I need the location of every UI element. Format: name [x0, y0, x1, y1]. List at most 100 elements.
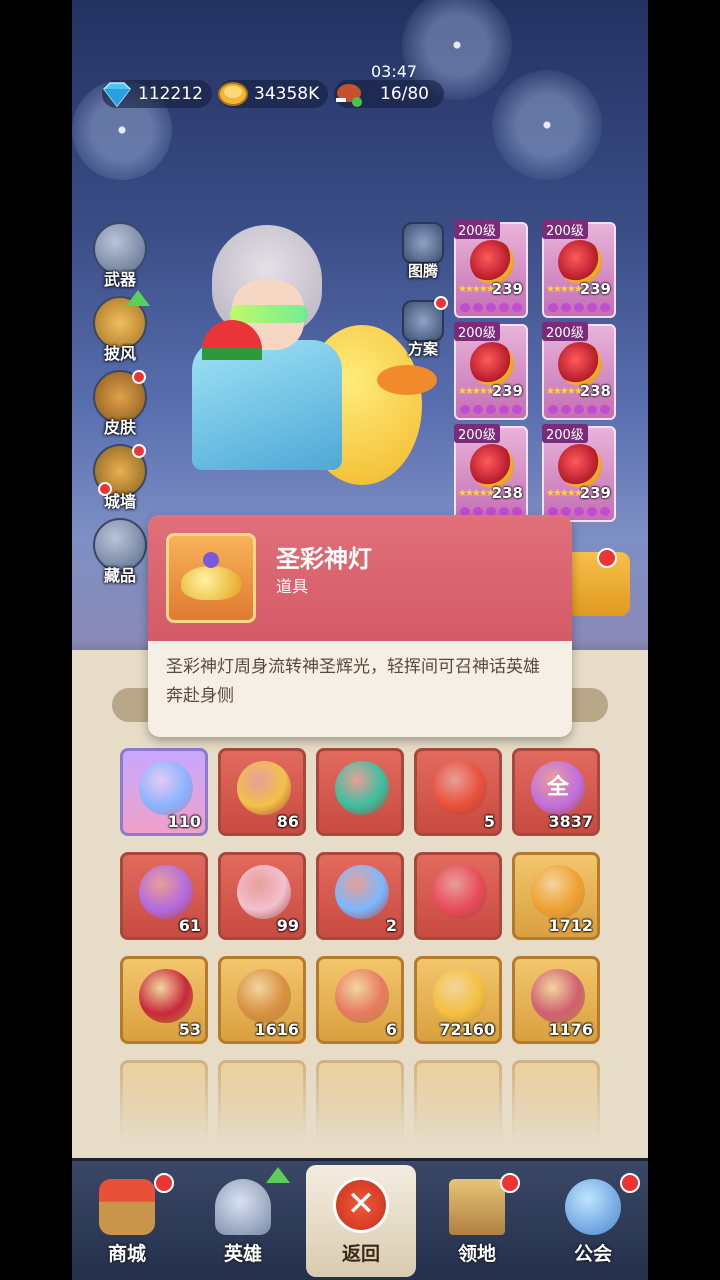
inventory-item[interactable]: 72160	[414, 956, 502, 1044]
star-rating-icon: ★★★★★	[458, 386, 495, 397]
equipment-slot[interactable]: 200级 ★★★★★ 239	[542, 220, 616, 318]
slot-count: 239	[579, 484, 611, 502]
inventory-item[interactable]: 61	[120, 852, 208, 940]
inventory-item[interactable]: 6	[316, 956, 404, 1044]
menu-label: 方案	[407, 340, 438, 358]
notification-dot	[154, 1173, 174, 1193]
star-rating-icon: ★★★★★	[458, 488, 495, 499]
game-screen: 112212 34358K 03:47 16/80 武器 披风 皮肤 城墙 藏品…	[72, 0, 648, 1280]
item-icon	[531, 969, 585, 1023]
inventory-item[interactable]: 2	[316, 852, 404, 940]
nav-guild[interactable]: 公会	[538, 1173, 648, 1273]
menu-label: 披风	[103, 344, 136, 363]
menu-label: 图腾	[407, 262, 438, 280]
item-icon	[531, 865, 585, 919]
lamp-body-art	[181, 566, 241, 600]
star-rating-icon: ★★★★★	[458, 284, 495, 295]
inventory-item[interactable]: 110	[120, 748, 208, 836]
inventory-item[interactable]: 1712	[512, 852, 600, 940]
bottom-nav: 商城 英雄 ✕ 返回 领地 公会	[72, 1158, 648, 1280]
menu-skin[interactable]: 皮肤	[90, 370, 150, 440]
star-rating-icon: ★★★★★	[546, 488, 583, 499]
item-icon	[237, 865, 291, 919]
inventory-item[interactable]: 5	[414, 748, 502, 836]
hero-character-art[interactable]	[132, 225, 437, 515]
inventory-item[interactable]: 53	[120, 956, 208, 1044]
stamina-counter[interactable]: 16/80	[334, 80, 444, 108]
notification-dot	[132, 444, 146, 458]
gem-sockets	[548, 405, 610, 415]
close-icon: ✕	[333, 1177, 389, 1233]
slot-level: 200级	[454, 424, 500, 443]
equipment-icon	[470, 240, 514, 284]
notification-dot	[132, 370, 146, 384]
inventory-item[interactable]: 1616	[218, 956, 306, 1044]
slot-count: 239	[491, 382, 523, 400]
equipment-slot[interactable]: 200级 ★★★★★ 238	[454, 424, 528, 522]
gold-counter[interactable]: 34358K	[218, 80, 328, 108]
item-count: 72160	[439, 1020, 495, 1039]
nav-back[interactable]: ✕ 返回	[306, 1165, 416, 1277]
inventory-item[interactable]: 99	[218, 852, 306, 940]
gold-coin-icon	[218, 82, 248, 106]
inventory-item[interactable]: 全 3837	[512, 748, 600, 836]
hero-helmet-icon	[215, 1179, 271, 1235]
notification-dot	[434, 296, 448, 310]
item-icon	[139, 761, 193, 815]
slot-level: 200级	[542, 322, 588, 341]
scroll-fade-overlay	[72, 1060, 648, 1160]
slot-level: 200级	[542, 424, 588, 443]
menu-label: 藏品	[103, 566, 136, 585]
inventory-item[interactable]	[414, 852, 502, 940]
stamina-timer: 03:47	[371, 62, 418, 81]
nav-hero[interactable]: 英雄	[188, 1167, 298, 1273]
slot-count: 239	[579, 280, 611, 298]
menu-label: 皮肤	[103, 418, 136, 437]
item-icon	[237, 969, 291, 1023]
diamond-counter[interactable]: 112212	[102, 80, 212, 108]
equipment-slot[interactable]: 200级 ★★★★★ 239	[542, 424, 616, 522]
slot-level: 200级	[542, 220, 588, 239]
menu-collection[interactable]: 藏品	[90, 518, 150, 588]
nav-label: 公会	[573, 1243, 612, 1265]
notification-dot	[98, 482, 112, 496]
sunglasses-art	[230, 305, 308, 323]
menu-wall[interactable]: 城墙	[90, 444, 150, 514]
item-count: 3837	[548, 812, 593, 831]
item-icon	[335, 865, 389, 919]
nav-territory[interactable]: 领地	[422, 1173, 532, 1273]
menu-scheme[interactable]: 方案	[398, 296, 448, 370]
inventory-item[interactable]	[316, 748, 404, 836]
nav-label: 英雄	[223, 1243, 262, 1265]
equipment-slot[interactable]: 200级 ★★★★★ 239	[454, 220, 528, 318]
equipment-slot[interactable]: 200级 ★★★★★ 238	[542, 322, 616, 420]
item-count: 53	[178, 1020, 201, 1039]
notification-dot	[620, 1173, 640, 1193]
tooltip-type: 道具	[276, 577, 309, 596]
lamp-gem-art	[203, 552, 219, 568]
gem-sockets	[460, 303, 522, 313]
nav-label: 返回	[341, 1243, 380, 1265]
equipment-icon	[470, 444, 514, 488]
menu-totem[interactable]: 图腾	[398, 222, 448, 292]
notification-dot	[500, 1173, 520, 1193]
inventory-item[interactable]: 86	[218, 748, 306, 836]
equipment-slot[interactable]: 200级 ★★★★★ 239	[454, 322, 528, 420]
item-icon	[433, 969, 487, 1023]
slot-count: 239	[491, 280, 523, 298]
item-icon	[335, 969, 389, 1023]
menu-weapon[interactable]: 武器	[90, 222, 150, 292]
item-count: 5	[483, 812, 495, 831]
slot-level: 200级	[454, 322, 500, 341]
equipment-icon	[470, 342, 514, 386]
nav-shop[interactable]: 商城	[72, 1173, 182, 1273]
item-count: 1712	[548, 916, 593, 935]
diamond-value: 112212	[138, 84, 203, 104]
firework-decoration	[492, 70, 602, 180]
menu-cape[interactable]: 披风	[90, 290, 150, 366]
star-rating-icon: ★★★★★	[546, 386, 583, 397]
menu-label: 武器	[103, 270, 136, 289]
inventory-item[interactable]: 1176	[512, 956, 600, 1044]
upgrade-arrow-icon	[126, 290, 150, 306]
item-tooltip: 圣彩神灯 道具 圣彩神灯周身流转神圣辉光，轻挥间可召神话英雄奔赴身侧	[148, 515, 572, 737]
